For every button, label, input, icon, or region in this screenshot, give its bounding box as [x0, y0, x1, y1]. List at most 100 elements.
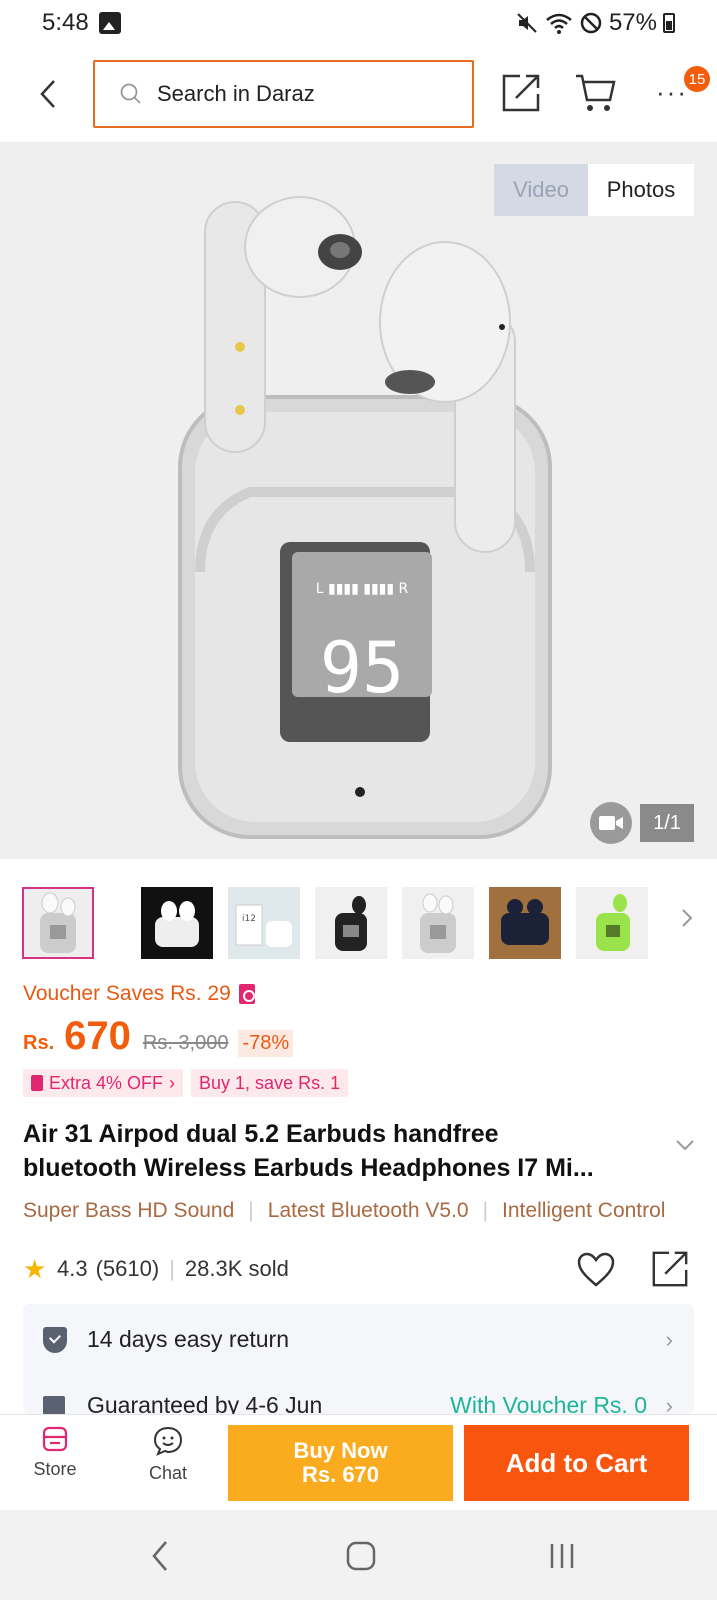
rating-separator: |: [169, 1256, 175, 1281]
voucher-savings[interactable]: Voucher Saves Rs. 29: [23, 982, 255, 1006]
thumbnail-5[interactable]: [402, 887, 474, 959]
delivery-row[interactable]: Guaranteed by 4-6 Jun With Voucher Rs. 0…: [43, 1392, 673, 1414]
thumbnail-6[interactable]: [489, 887, 561, 959]
promo-extra-off[interactable]: Extra 4% OFF ›: [23, 1069, 184, 1097]
share-product-button[interactable]: [650, 1249, 690, 1289]
price-line: Rs. 670 Rs. 3,000 -78%: [23, 1014, 294, 1059]
header: Search in Daraz ··· 15: [0, 56, 717, 132]
return-policy-row[interactable]: 14 days easy return ›: [43, 1326, 673, 1353]
feature-highlights: Super Bass HD Sound | Latest Bluetooth V…: [23, 1199, 717, 1223]
share-icon: [502, 74, 540, 112]
sold-count: 28.3K sold: [184, 1256, 289, 1281]
buy-now-button[interactable]: Buy Now Rs. 670: [228, 1425, 453, 1501]
expand-title-button[interactable]: [674, 1138, 696, 1160]
price-currency: Rs.: [23, 1032, 55, 1054]
mute-icon: [517, 13, 537, 33]
wishlist-button[interactable]: [576, 1251, 616, 1289]
svg-text:i12: i12: [242, 914, 256, 924]
promo-tag-icon: [31, 1075, 43, 1091]
search-placeholder: Search in Daraz: [157, 81, 315, 106]
chevron-left-icon: [40, 80, 55, 108]
promo-row: Extra 4% OFF › Buy 1, save Rs. 1: [23, 1069, 349, 1097]
service-info-card: 14 days easy return › Guaranteed by 4-6 …: [23, 1304, 694, 1414]
chevron-right-icon: ›: [665, 1392, 673, 1415]
shield-icon: [43, 1326, 67, 1353]
delivery-icon: [43, 1395, 65, 1414]
add-to-cart-button[interactable]: Add to Cart: [464, 1425, 689, 1501]
chat-button[interactable]: Chat: [133, 1425, 203, 1484]
thumbnail-7[interactable]: [576, 887, 648, 959]
status-time: 5:48: [42, 9, 89, 36]
thumbnail-2[interactable]: [141, 887, 213, 959]
price-discount: -78%: [238, 1030, 294, 1057]
nav-back-button[interactable]: [135, 1536, 185, 1576]
promo-buy-save-label: Buy 1, save Rs. 1: [199, 1072, 341, 1093]
feature-separator: |: [248, 1199, 254, 1222]
promo-buy-save[interactable]: Buy 1, save Rs. 1: [191, 1069, 349, 1097]
status-bar: 5:48 57%: [0, 0, 717, 46]
promo-extra-off-label: Extra 4% OFF: [49, 1072, 164, 1093]
store-button[interactable]: Store: [20, 1425, 90, 1480]
status-right: 57%: [515, 9, 675, 37]
chat-label: Chat: [148, 1463, 188, 1483]
search-icon: [120, 83, 141, 104]
chat-icon: [153, 1426, 183, 1456]
nav-recents-button[interactable]: [537, 1536, 587, 1576]
star-icon: ★: [23, 1254, 47, 1284]
delivery-text: Guaranteed by 4-6 Jun: [87, 1392, 323, 1414]
feature-item: Intelligent Control: [502, 1199, 666, 1222]
recents-icon: [550, 1544, 574, 1568]
svg-text:95: 95: [320, 627, 404, 709]
review-count: (5610): [95, 1256, 160, 1281]
svg-text:L ▮▮▮▮ ▮▮▮▮ R: L ▮▮▮▮ ▮▮▮▮ R: [316, 581, 409, 597]
thumbnails-next-button[interactable]: [672, 905, 702, 941]
thumbnail-3[interactable]: i12: [228, 887, 300, 959]
search-input[interactable]: Search in Daraz: [93, 60, 474, 128]
thumbnail-4[interactable]: [315, 887, 387, 959]
product-title-line-2: bluetooth Wireless Earbuds Headphones I7…: [23, 1154, 594, 1182]
share-icon: [652, 1251, 688, 1287]
image-counter: 1/1: [640, 804, 694, 842]
return-policy-text: 14 days easy return: [87, 1326, 290, 1352]
product-image[interactable]: 95 L ▮▮▮▮ ▮▮▮▮ R Video Photos 1/1: [0, 142, 717, 859]
chevron-down-icon: [676, 1140, 694, 1151]
video-play-button[interactable]: [590, 802, 632, 844]
home-icon: [346, 1541, 376, 1571]
dnd-icon: [580, 12, 602, 34]
tab-photos[interactable]: Photos: [588, 164, 694, 216]
feature-item: Super Bass HD Sound: [23, 1199, 235, 1222]
feature-separator: |: [482, 1199, 489, 1222]
back-icon: [152, 1541, 167, 1571]
battery-percent: 57%: [608, 9, 657, 36]
chevron-right-icon: ›: [169, 1072, 176, 1093]
thumbnail-1[interactable]: [22, 887, 94, 959]
store-label: Store: [33, 1459, 77, 1479]
media-toggle: Video Photos: [494, 164, 694, 216]
chevron-right-icon: [682, 909, 693, 927]
nav-home-button[interactable]: [336, 1536, 386, 1576]
product-title: Air 31 Airpod dual 5.2 Earbuds handfree …: [23, 1117, 663, 1185]
product-title-line-1: Air 31 Airpod dual 5.2 Earbuds handfree: [23, 1120, 499, 1148]
earbuds-image: 95 L ▮▮▮▮ ▮▮▮▮ R: [178, 196, 552, 839]
tab-video[interactable]: Video: [494, 164, 588, 216]
rating-value: 4.3: [57, 1256, 88, 1281]
status-left: 5:48: [42, 9, 121, 37]
voucher-icon: [238, 984, 255, 1004]
buy-now-label: Buy Now: [293, 1438, 388, 1463]
video-icon: [599, 816, 623, 830]
price-original: Rs. 3,000: [142, 1032, 229, 1054]
cart-button[interactable]: [574, 72, 618, 114]
back-button[interactable]: [28, 72, 68, 116]
price-current: 670: [64, 1014, 131, 1058]
cart-badge: 15: [684, 66, 710, 92]
thumbnail-strip: i12: [22, 887, 702, 961]
feature-item: Latest Bluetooth V5.0: [267, 1199, 469, 1222]
buy-now-price: Rs. 670: [301, 1462, 380, 1487]
cart-icon: [576, 74, 616, 111]
battery-icon: [663, 13, 675, 33]
heart-icon: [577, 1252, 615, 1287]
system-nav-bar: [0, 1510, 717, 1600]
bottom-action-bar: Store Chat Buy Now Rs. 670 Add to Cart: [0, 1414, 717, 1510]
share-button[interactable]: [500, 72, 542, 114]
voucher-text: Voucher Saves Rs. 29: [23, 982, 231, 1005]
